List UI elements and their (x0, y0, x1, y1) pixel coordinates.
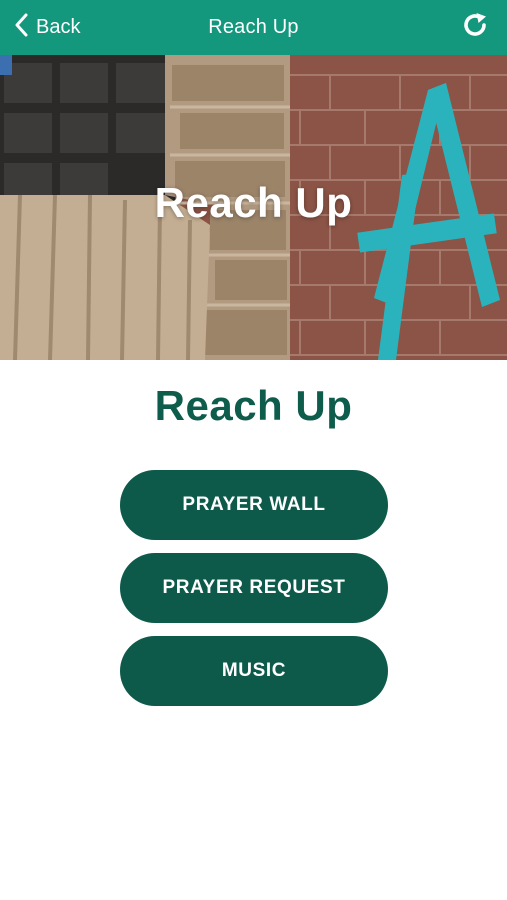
nav-title: Reach Up (208, 16, 299, 38)
hero-banner: Reach Up (0, 55, 507, 360)
refresh-icon (460, 10, 490, 45)
chevron-left-icon (14, 13, 28, 42)
nav-bar: Back Reach Up (0, 0, 507, 55)
page-title: Reach Up (154, 382, 353, 429)
back-label: Back (36, 16, 81, 38)
prayer-wall-button[interactable]: PRAYER WALL (120, 470, 388, 540)
back-button[interactable]: Back (14, 0, 80, 55)
prayer-request-button[interactable]: PRAYER REQUEST (120, 553, 388, 623)
music-button[interactable]: MUSIC (120, 636, 388, 706)
refresh-button[interactable] (457, 0, 493, 55)
hero-title: Reach Up (154, 179, 353, 226)
